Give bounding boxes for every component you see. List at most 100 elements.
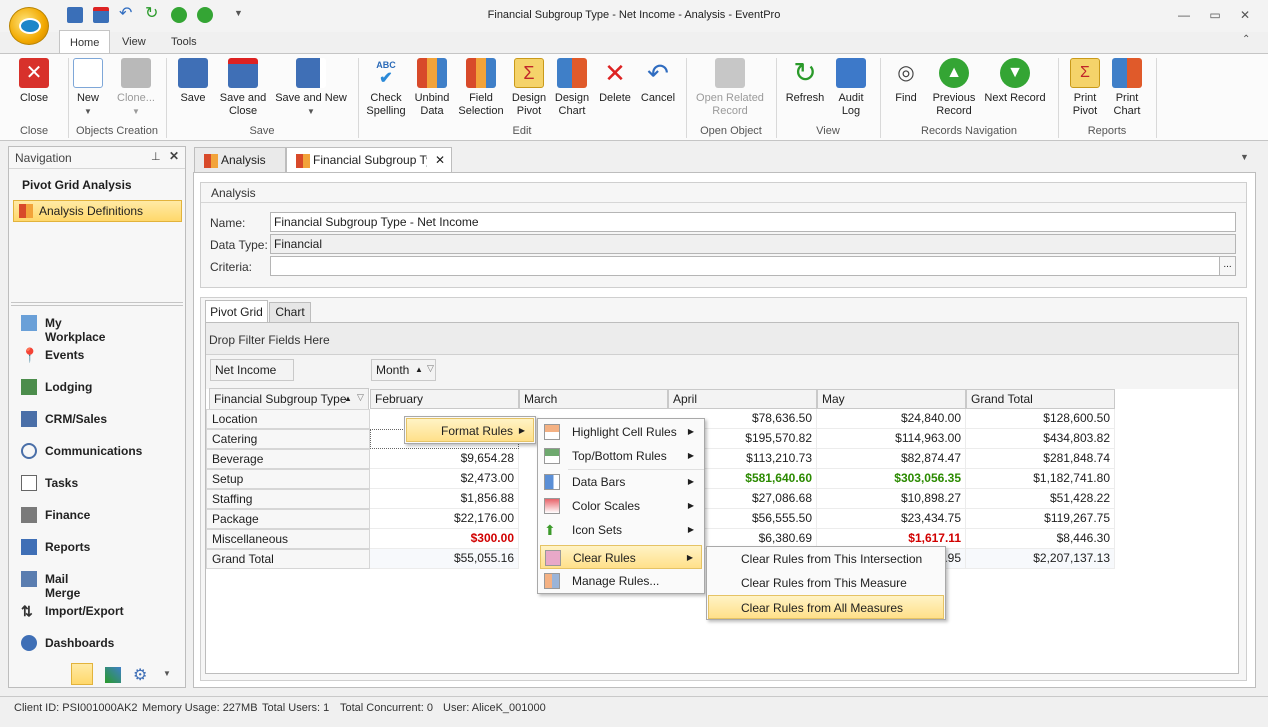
menu-item-clear-rules-all-measures[interactable]: Clear Rules from All Measures	[708, 595, 944, 619]
column-header-grand-total[interactable]: Grand Total	[966, 389, 1115, 409]
cell-setup-february[interactable]: $2,473.00	[370, 469, 519, 489]
cell-beverage-total[interactable]: $281,848.74	[966, 449, 1115, 469]
row-header-location[interactable]: Location	[206, 409, 370, 429]
menu-item-clear-rules-measure[interactable]: Clear Rules from This Measure	[708, 571, 944, 595]
criteria-ellipsis-button[interactable]: ...	[1219, 256, 1236, 276]
row-header-package[interactable]: Package	[206, 509, 370, 529]
minimize-icon[interactable]: —	[1177, 8, 1191, 22]
row-header-catering[interactable]: Catering	[206, 429, 370, 449]
cell-grand-total-february[interactable]: $55,055.16	[370, 549, 519, 569]
tab-home[interactable]: Home	[59, 30, 111, 54]
row-header-miscellaneous[interactable]: Miscellaneous	[206, 529, 370, 549]
menu-item-manage-rules[interactable]: Manage Rules...	[540, 569, 702, 593]
cell-package-may[interactable]: $23,434.75	[817, 509, 966, 529]
print-chart-button[interactable]: Print Chart	[1108, 58, 1146, 118]
close-button[interactable]: ✕ Close	[12, 58, 56, 105]
unbind-data-button[interactable]: Unbind Data	[412, 58, 452, 118]
tab-tools[interactable]: Tools	[161, 30, 207, 54]
cell-beverage-february[interactable]: $9,654.28	[370, 449, 519, 469]
menu-item-data-bars[interactable]: Data Bars ▶	[540, 470, 702, 494]
check-spelling-button[interactable]: ABC ✔ Check Spelling	[364, 58, 408, 118]
cell-catering-total[interactable]: $434,803.82	[966, 429, 1115, 449]
filter-drop-area[interactable]: Drop Filter Fields Here	[209, 333, 330, 347]
new-button[interactable]: New ▼	[70, 58, 106, 118]
cell-location-total[interactable]: $128,600.50	[966, 409, 1115, 429]
print-pivot-button[interactable]: Σ Print Pivot	[1066, 58, 1104, 118]
row-field-financial-subgroup-type[interactable]: Financial Subgroup Type ▲ ▽	[209, 388, 369, 410]
cell-package-february[interactable]: $22,176.00	[370, 509, 519, 529]
row-header-staffing[interactable]: Staffing	[206, 489, 370, 509]
close-tab-icon[interactable]: ✕	[435, 148, 445, 172]
doc-tab-analysis[interactable]: Analysis	[194, 147, 286, 173]
menu-item-top-bottom-rules[interactable]: Top/Bottom Rules ▶	[540, 444, 702, 468]
design-pivot-button[interactable]: Σ Design Pivot	[510, 58, 548, 118]
data-field-net-income[interactable]: Net Income	[210, 359, 294, 381]
settings-gear-icon[interactable]: ⚙	[133, 665, 147, 685]
audit-log-button[interactable]: Audit Log	[832, 58, 870, 118]
row-field-sort-icon[interactable]: ▲	[344, 389, 352, 409]
menu-item-color-scales[interactable]: Color Scales ▶	[540, 494, 702, 518]
column-header-may[interactable]: May	[817, 389, 966, 409]
cell-setup-may[interactable]: $303,056.35	[817, 469, 966, 489]
find-button[interactable]: ◎ Find	[888, 58, 924, 105]
row-header-setup[interactable]: Setup	[206, 469, 370, 489]
analysis-group: Analysis Name: Financial Subgroup Type -…	[200, 182, 1247, 288]
cell-grand-total-total[interactable]: $2,207,137.13	[966, 549, 1115, 569]
cell-beverage-may[interactable]: $82,874.47	[817, 449, 966, 469]
cell-catering-may[interactable]: $114,963.00	[817, 429, 966, 449]
row-header-beverage[interactable]: Beverage	[206, 449, 370, 469]
save-and-close-button[interactable]: Save and Close	[216, 58, 270, 118]
tab-pivot-grid[interactable]: Pivot Grid	[205, 300, 268, 323]
criteria-field[interactable]	[270, 256, 1220, 276]
month-sort-icon[interactable]: ▲	[415, 360, 423, 380]
doc-tab-financial-subgroup-type[interactable]: Financial Subgroup Type ✕	[286, 147, 452, 174]
menu-item-format-rules[interactable]: Format Rules ▶	[406, 418, 534, 442]
tab-view[interactable]: View	[112, 30, 156, 54]
previous-record-button[interactable]: ▲ Previous Record	[930, 58, 978, 118]
cell-package-total[interactable]: $119,267.75	[966, 509, 1115, 529]
month-filter-icon[interactable]: ▽	[427, 358, 434, 378]
field-selection-button[interactable]: Field Selection	[457, 58, 505, 118]
close-window-icon[interactable]: ✕	[1238, 8, 1252, 22]
menu-item-icon-sets[interactable]: ⬆ Icon Sets ▶	[540, 518, 702, 542]
maximize-icon[interactable]: ▭	[1208, 8, 1222, 22]
next-record-button[interactable]: ▼ Next Record	[982, 58, 1048, 105]
column-header-february[interactable]: February	[370, 389, 519, 409]
cell-miscellaneous-total[interactable]: $8,446.30	[966, 529, 1115, 549]
nav-splitter[interactable]	[11, 302, 183, 306]
cell-staffing-total[interactable]: $51,428.22	[966, 489, 1115, 509]
column-header-march[interactable]: March	[519, 389, 668, 409]
chart-analysis-nav-icon[interactable]	[105, 667, 121, 683]
collapse-ribbon-icon[interactable]: ⌃	[1242, 34, 1250, 45]
tab-chart[interactable]: Chart	[269, 302, 311, 322]
pivot-analysis-nav-icon[interactable]	[71, 663, 93, 685]
cell-miscellaneous-february[interactable]: $300.00	[370, 529, 519, 549]
row-header-grand-total[interactable]: Grand Total	[206, 549, 370, 569]
column-header-april[interactable]: April	[668, 389, 817, 409]
name-field[interactable]: Financial Subgroup Type - Net Income	[270, 212, 1236, 232]
nav-analysis-definitions[interactable]: Analysis Definitions	[13, 200, 182, 222]
data-type-field[interactable]: Financial	[270, 234, 1236, 254]
refresh-button[interactable]: ↻ Refresh	[782, 58, 828, 105]
pin-icon[interactable]: ⊥	[151, 150, 161, 163]
menu-item-clear-rules[interactable]: Clear Rules ▶	[540, 545, 702, 569]
menu-item-clear-rules-intersection[interactable]: Clear Rules from This Intersection	[708, 547, 944, 571]
open-related-record-button[interactable]: Open Related Record	[692, 58, 768, 118]
cell-staffing-may[interactable]: $10,898.27	[817, 489, 966, 509]
clone-button[interactable]: Clone... ▼	[112, 58, 160, 118]
cell-setup-total[interactable]: $1,182,741.80	[966, 469, 1115, 489]
column-field-month[interactable]: Month ▲ ▽	[371, 359, 436, 381]
save-and-new-button[interactable]: Save and New ▼	[274, 58, 348, 118]
cancel-button[interactable]: ↶ Cancel	[638, 58, 678, 105]
cell-location-may[interactable]: $24,840.00	[817, 409, 966, 429]
save-button[interactable]: Save	[175, 58, 211, 105]
delete-button[interactable]: ✕ Delete	[596, 58, 634, 105]
design-chart-button[interactable]: Design Chart	[553, 58, 591, 118]
tab-list-dropdown-icon[interactable]: ▼	[1240, 152, 1249, 162]
close-pane-icon[interactable]: ✕	[169, 149, 179, 163]
cell-staffing-february[interactable]: $1,856.88	[370, 489, 519, 509]
status-client-id: Client ID: PSI001000AK2	[14, 702, 138, 714]
row-field-filter-icon[interactable]: ▽	[357, 387, 364, 407]
menu-item-highlight-cell-rules[interactable]: Highlight Cell Rules ▶	[540, 420, 702, 444]
nav-overflow-icon[interactable]: ▼	[163, 669, 171, 678]
